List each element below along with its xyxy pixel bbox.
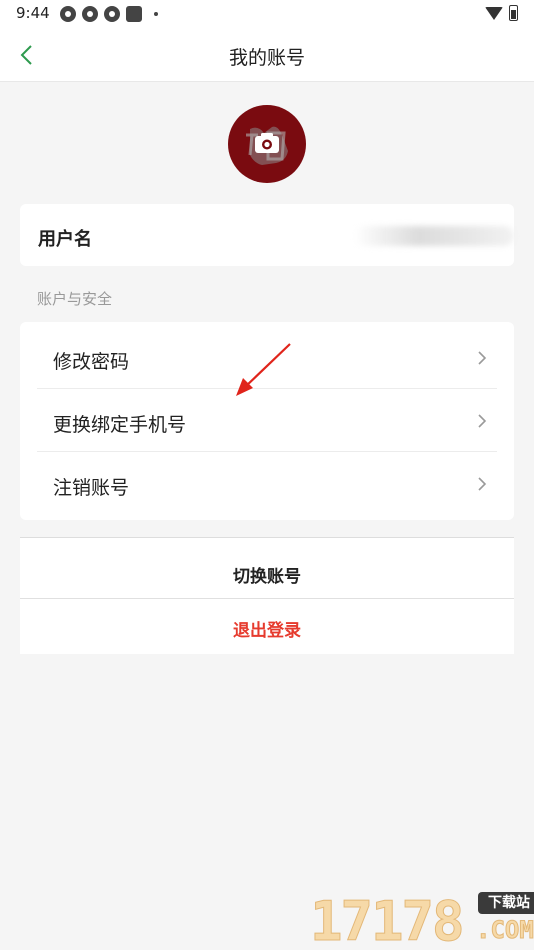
more-notifications-dot-icon (154, 12, 158, 16)
username-card: 用户名 (20, 204, 514, 266)
avatar-image (246, 126, 288, 165)
app-notification-icon (60, 6, 76, 22)
system-icons (485, 5, 518, 21)
account-security-card: 修改密码 更换绑定手机号 注销账号 (20, 322, 514, 520)
battery-icon (509, 5, 518, 21)
watermark-domain: .COM (476, 916, 534, 945)
chevron-right-icon (475, 412, 489, 430)
menu-item-label: 修改密码 (53, 351, 130, 373)
menu-item-label: 注销账号 (53, 477, 130, 499)
account-actions-card: 切换账号 退出登录 (20, 537, 514, 654)
switch-account-button[interactable]: 切换账号 (20, 538, 514, 599)
avatar[interactable] (228, 105, 306, 183)
chevron-right-icon (475, 475, 489, 493)
camera-icon (255, 133, 279, 153)
app-square-icon (126, 6, 142, 22)
wifi-icon (485, 6, 503, 20)
menu-item-label: 更换绑定手机号 (53, 414, 187, 436)
logout-button[interactable]: 退出登录 (20, 600, 514, 655)
menu-item-change-phone[interactable]: 更换绑定手机号 (37, 390, 497, 452)
page-title: 我的账号 (228, 47, 305, 69)
status-bar: 9:44 (0, 0, 534, 28)
navigation-bar: 我的账号 (0, 28, 534, 82)
app-notification-icon (82, 6, 98, 22)
username-label: 用户名 (38, 229, 92, 250)
status-time: 9:44 (16, 4, 50, 22)
site-watermark-logo: 17178 下载站 .COM (310, 888, 534, 950)
menu-item-cancel-account[interactable]: 注销账号 (37, 453, 497, 515)
menu-item-change-password[interactable]: 修改密码 (37, 327, 497, 389)
watermark-digits: 17178 (310, 890, 466, 950)
watermark-badge: 下载站 (478, 892, 534, 914)
chevron-right-icon (475, 349, 489, 367)
section-heading-account-security: 账户与安全 (37, 290, 113, 308)
username-value-blurred (354, 226, 514, 246)
notification-icons (60, 6, 158, 22)
app-notification-icon (104, 6, 120, 22)
